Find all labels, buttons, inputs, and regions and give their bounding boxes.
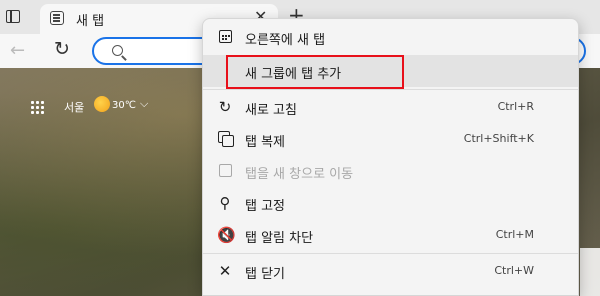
menu-item-move-tab-to-new-window: 탭을 새 창으로 이동 bbox=[203, 155, 578, 187]
weather-city[interactable]: 서울 bbox=[64, 99, 84, 115]
new-tab-page-icon bbox=[50, 11, 64, 25]
menu-item-close-tab[interactable]: ✕ 탭 닫기 Ctrl+W bbox=[203, 255, 578, 287]
menu-item-label: 새로 고침 bbox=[245, 103, 297, 118]
menu-divider bbox=[203, 253, 578, 254]
apps-grid-icon[interactable] bbox=[31, 101, 45, 115]
search-icon bbox=[112, 45, 123, 56]
menu-item-label: 탭 닫기 bbox=[245, 267, 286, 282]
duplicate-icon bbox=[217, 131, 234, 147]
tab-actions-icon[interactable] bbox=[4, 8, 24, 26]
back-icon[interactable]: ← bbox=[10, 40, 25, 61]
menu-divider bbox=[203, 89, 578, 90]
mute-icon: 🔇 bbox=[217, 226, 236, 244]
menu-item-duplicate-tab[interactable]: 탭 복제 Ctrl+Shift+K bbox=[203, 123, 578, 155]
content-tile[interactable] bbox=[580, 248, 600, 296]
menu-item-label: 탭 복제 bbox=[245, 135, 286, 150]
tab-title: 새 탭 bbox=[76, 14, 105, 29]
menu-item-pin-tab[interactable]: ⚲ 탭 고정 bbox=[203, 187, 578, 219]
menu-item-shortcut: Ctrl+M bbox=[495, 228, 534, 241]
menu-item-shortcut: Ctrl+R bbox=[497, 100, 534, 113]
menu-item-label: 탭 알림 차단 bbox=[245, 231, 314, 246]
menu-item-label: 탭을 새 창으로 이동 bbox=[245, 167, 354, 182]
pin-icon: ⚲ bbox=[219, 194, 231, 212]
weather-temperature[interactable]: 30℃ bbox=[112, 100, 136, 111]
close-icon: ✕ bbox=[218, 262, 232, 280]
menu-item-label: 탭 고정 bbox=[245, 199, 286, 214]
move-window-icon bbox=[217, 163, 233, 179]
chevron-down-icon[interactable]: ⌵ bbox=[140, 97, 148, 111]
highlight-box bbox=[226, 55, 404, 89]
new-tab-right-icon bbox=[217, 29, 233, 45]
menu-item-mute-tab[interactable]: 🔇 탭 알림 차단 Ctrl+M bbox=[203, 219, 578, 251]
menu-item-label: 오른쪽에 새 탭 bbox=[245, 33, 326, 48]
menu-item-new-tab-right[interactable]: 오른쪽에 새 탭 bbox=[203, 21, 578, 53]
weather-partly-sunny-icon bbox=[94, 96, 110, 112]
menu-item-shortcut: Ctrl+W bbox=[494, 264, 534, 277]
menu-item-refresh[interactable]: ↻ 새로 고침 Ctrl+R bbox=[203, 91, 578, 123]
refresh-icon: ↻ bbox=[218, 98, 232, 116]
menu-item-shortcut: Ctrl+Shift+K bbox=[463, 132, 534, 145]
refresh-icon[interactable]: ↻ bbox=[54, 38, 70, 60]
